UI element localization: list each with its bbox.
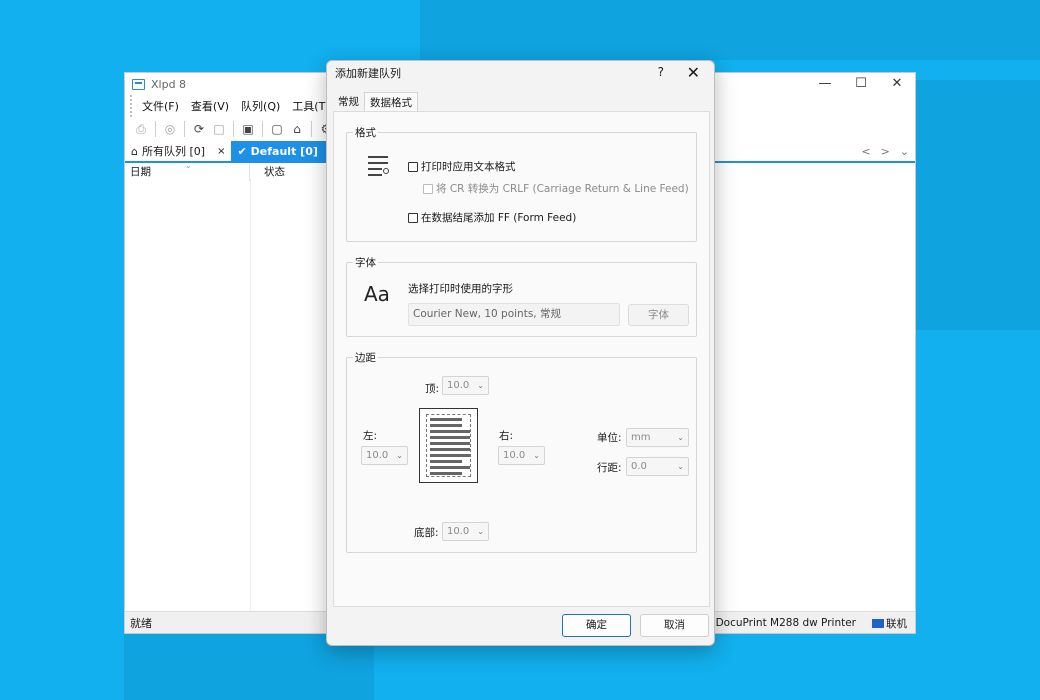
top-margin-label: 顶: bbox=[425, 383, 440, 395]
checkbox-label: 打印时应用文本格式 bbox=[421, 161, 516, 173]
font-value-field: Courier New, 10 points, 常规 bbox=[408, 303, 620, 326]
toolbar-separator bbox=[311, 121, 312, 137]
checkbox-label: 将 CR 转换为 CRLF (Carriage Return & Line Fe… bbox=[436, 183, 689, 195]
dialog-title: 添加新建队列 bbox=[335, 67, 401, 80]
group-label: 字体 bbox=[353, 255, 378, 270]
chevron-down-icon: ⌄ bbox=[477, 527, 484, 536]
bottom-margin-combo[interactable]: 10.0 ⌄ bbox=[442, 522, 489, 541]
menu-file[interactable]: 文件(F) bbox=[136, 98, 185, 114]
toolbar-separator bbox=[262, 121, 263, 137]
tab-all-queues[interactable]: ⌂ 所有队列 [0] × bbox=[125, 141, 231, 161]
chevron-down-icon: ⌄ bbox=[677, 462, 684, 471]
margin-group: 边距 顶: 10.0 ⌄ 左: 10.0 ⌄ 右: 10.0 ⌄ 单位: mm … bbox=[346, 350, 697, 553]
dialog-tabs: 常规 数据格式 bbox=[333, 92, 418, 112]
tab-navigation: < > ⌄ bbox=[861, 141, 909, 161]
right-margin-combo[interactable]: 10.0 ⌄ bbox=[498, 446, 545, 465]
menu-view[interactable]: 查看(V) bbox=[185, 98, 235, 114]
chevron-down-icon: ⌄ bbox=[477, 381, 484, 390]
tab-close-icon[interactable]: × bbox=[217, 146, 225, 157]
add-queue-dialog: 添加新建队列 ? ✕ 常规 数据格式 格式 打印时应用文本格式 将 CR 转换为… bbox=[326, 60, 715, 646]
font-aa-icon: Aa bbox=[364, 282, 390, 306]
page-margin-box bbox=[426, 414, 471, 477]
connection-status: 联机 bbox=[872, 616, 907, 631]
left-margin-combo[interactable]: 10.0 ⌄ bbox=[361, 446, 408, 465]
left-margin-label: 左: bbox=[363, 430, 378, 442]
format-group: 格式 打印时应用文本格式 将 CR 转换为 CRLF (Carriage Ret… bbox=[346, 125, 697, 242]
help-button[interactable]: ? bbox=[658, 65, 664, 79]
column-divider bbox=[250, 179, 251, 613]
tab-prev-icon[interactable]: < bbox=[861, 145, 870, 158]
preview-eye-icon[interactable]: ◎ bbox=[160, 119, 180, 139]
cancel-button[interactable]: 取消 bbox=[640, 614, 709, 637]
group-label: 边距 bbox=[353, 350, 378, 365]
text-format-icon bbox=[368, 154, 390, 176]
font-group: 字体 Aa 选择打印时使用的字形 Courier New, 10 points,… bbox=[346, 255, 697, 337]
combo-value: 10.0 bbox=[447, 380, 470, 391]
data-format-panel: 格式 打印时应用文本格式 将 CR 转换为 CRLF (Carriage Ret… bbox=[333, 111, 710, 607]
status-text: 就绪 bbox=[130, 616, 152, 630]
minimize-button[interactable]: — bbox=[807, 73, 843, 95]
bottom-margin-label: 底部: bbox=[414, 527, 439, 539]
close-button[interactable]: ✕ bbox=[879, 73, 915, 95]
tab-next-icon[interactable]: > bbox=[881, 145, 890, 158]
checkbox-box[interactable] bbox=[423, 183, 433, 194]
chevron-down-icon: ⌄ bbox=[677, 433, 684, 442]
toolbar-separator bbox=[155, 121, 156, 137]
checkbox-box[interactable] bbox=[408, 161, 418, 172]
top-margin-combo[interactable]: 10.0 ⌄ bbox=[442, 376, 489, 395]
dialog-close-icon[interactable]: ✕ bbox=[687, 63, 700, 82]
app-title: Xlpd 8 bbox=[151, 77, 187, 91]
window-controls: — ☐ ✕ bbox=[807, 73, 915, 95]
append-ff-checkbox[interactable]: 在数据结尾添加 FF (Form Feed) bbox=[408, 210, 576, 225]
sort-chevron-icon: ⌄ bbox=[185, 161, 192, 170]
status-right: EROX DocuPrint M288 dw Printer 联机 bbox=[684, 612, 907, 634]
unit-label: 单位: bbox=[597, 432, 622, 444]
print-icon[interactable]: ⎙ bbox=[131, 119, 151, 139]
home-icon[interactable]: ⌂ bbox=[287, 119, 307, 139]
printer-app-icon bbox=[132, 78, 145, 90]
chevron-down-icon: ⌄ bbox=[533, 451, 540, 460]
tab-general[interactable]: 常规 bbox=[333, 92, 364, 112]
tab-data-format[interactable]: 数据格式 bbox=[364, 92, 418, 112]
toolbar-separator bbox=[233, 121, 234, 137]
refresh-icon[interactable]: ⟳ bbox=[189, 119, 209, 139]
home-icon: ⌂ bbox=[131, 144, 138, 158]
cr-to-crlf-checkbox[interactable]: 将 CR 转换为 CRLF (Carriage Return & Line Fe… bbox=[423, 181, 689, 196]
page-margin-preview-icon bbox=[419, 408, 478, 483]
network-icon bbox=[872, 619, 884, 628]
group-label: 格式 bbox=[353, 125, 378, 140]
right-margin-label: 右: bbox=[499, 430, 514, 442]
edit-queue-icon[interactable]: ▢ bbox=[267, 119, 287, 139]
menu-queue[interactable]: 队列(Q) bbox=[235, 98, 286, 114]
apply-text-format-checkbox[interactable]: 打印时应用文本格式 bbox=[408, 159, 516, 174]
combo-value: 10.0 bbox=[503, 450, 526, 461]
font-button[interactable]: 字体 bbox=[628, 304, 689, 326]
tab-label: 所有队列 [0] bbox=[141, 145, 206, 158]
combo-value: mm bbox=[631, 432, 651, 443]
combo-value: 10.0 bbox=[366, 450, 389, 461]
toolbar-separator bbox=[184, 121, 185, 137]
combo-value: 10.0 bbox=[447, 526, 470, 537]
line-spacing-combo[interactable]: 0.0 ⌄ bbox=[626, 457, 689, 476]
combo-value: 0.0 bbox=[631, 461, 647, 472]
chevron-down-icon: ⌄ bbox=[396, 451, 403, 460]
dialog-footer: 确定 取消 bbox=[327, 605, 714, 645]
check-circle-icon: ✔ bbox=[237, 144, 247, 158]
unit-combo[interactable]: mm ⌄ bbox=[626, 428, 689, 447]
checkbox-label: 在数据结尾添加 FF (Form Feed) bbox=[421, 212, 577, 224]
remove-queue-icon[interactable]: □ bbox=[209, 119, 229, 139]
ok-button[interactable]: 确定 bbox=[562, 614, 631, 637]
tab-list-chevron-icon[interactable]: ⌄ bbox=[900, 145, 909, 158]
line-spacing-label: 行距: bbox=[597, 462, 622, 474]
add-queue-icon[interactable]: ▣ bbox=[238, 119, 258, 139]
tab-label: Default [0] bbox=[250, 144, 318, 158]
background-block bbox=[420, 0, 1040, 60]
background-block bbox=[916, 80, 1040, 330]
connection-label: 联机 bbox=[886, 617, 907, 630]
maximize-button[interactable]: ☐ bbox=[843, 73, 879, 95]
font-prompt: 选择打印时使用的字形 bbox=[408, 283, 513, 295]
checkbox-box[interactable] bbox=[408, 212, 418, 223]
